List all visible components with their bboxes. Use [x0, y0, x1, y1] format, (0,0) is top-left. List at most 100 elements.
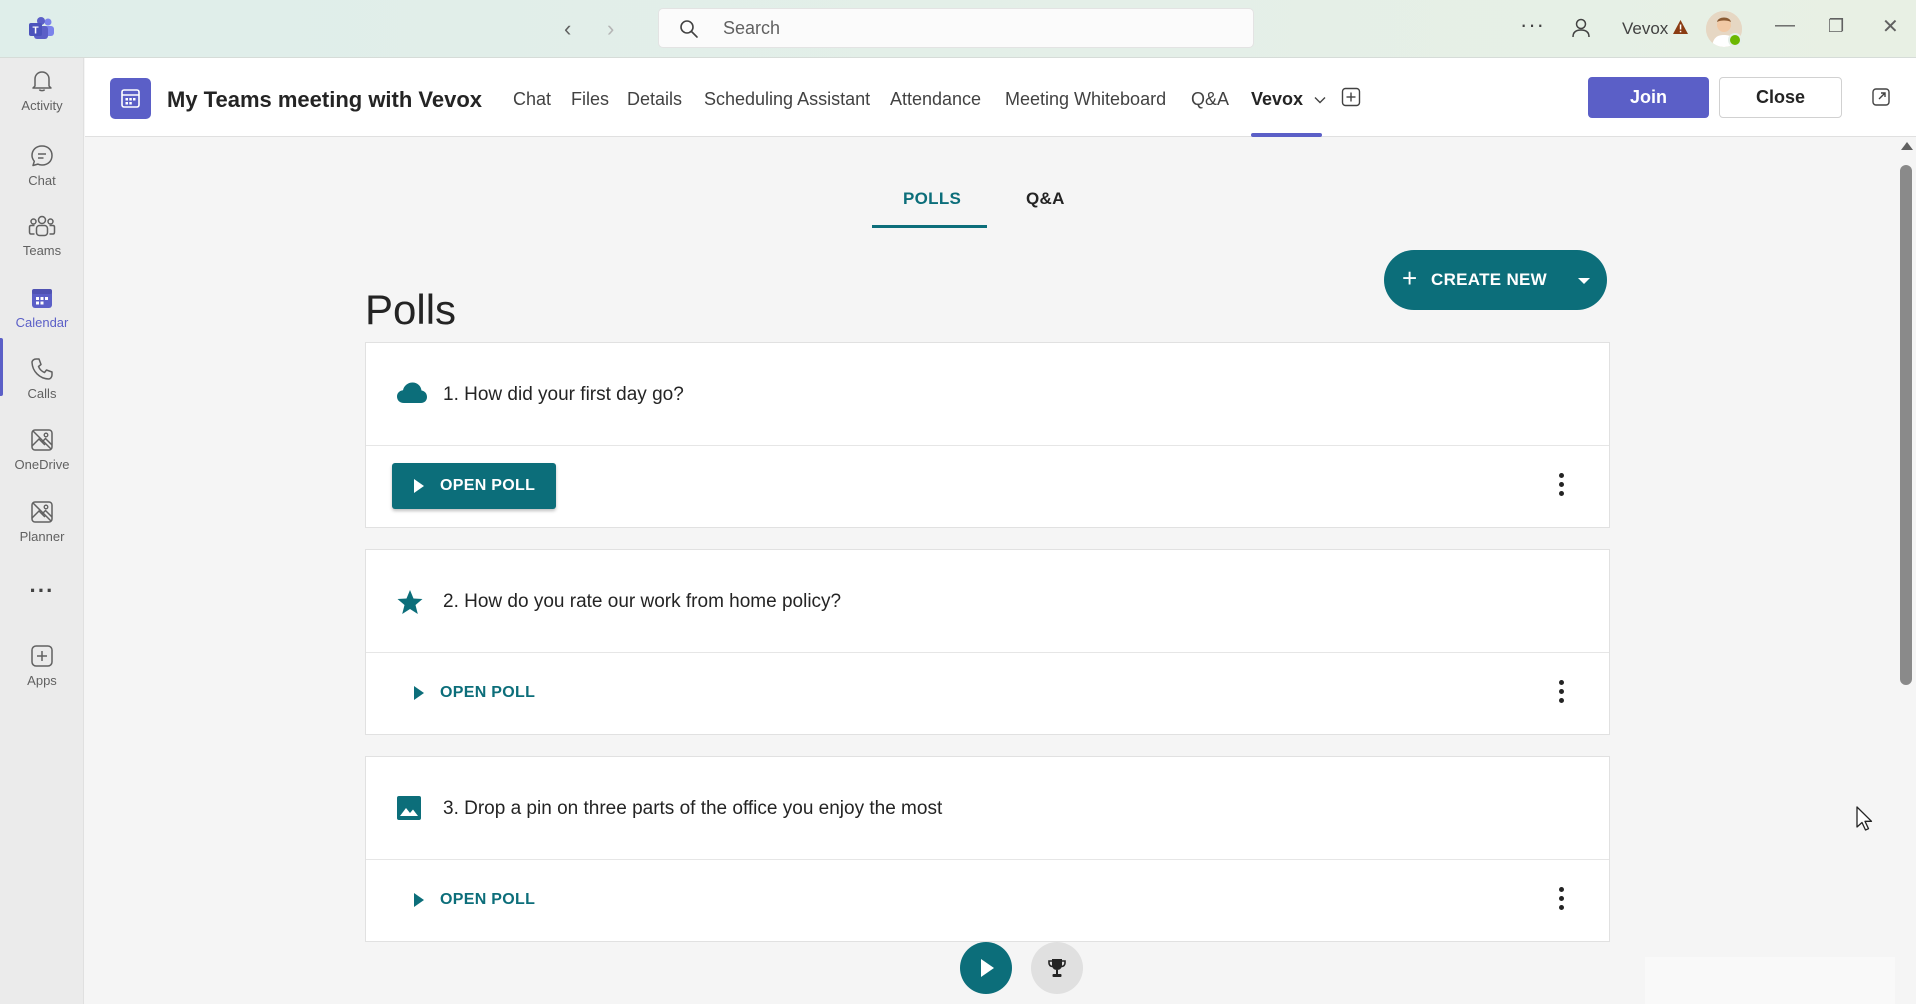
tab-attendance[interactable]: Attendance [890, 89, 981, 110]
poll-title: 1. How did your first day go? [443, 384, 684, 405]
chat-icon [31, 145, 53, 167]
meeting-calendar-icon [110, 78, 151, 119]
user-name: Vevox [1622, 19, 1669, 38]
create-new-label: CREATE NEW [1431, 270, 1548, 289]
restore-icon[interactable]: ❐ [1828, 16, 1844, 37]
rail-item-chat[interactable]: Chat [0, 143, 84, 213]
trophy-icon [1048, 959, 1066, 977]
apps-icon [31, 645, 53, 667]
open-poll-label: OPEN POLL [440, 477, 536, 494]
tab-vevox-qa[interactable]: Q&A [1026, 189, 1065, 209]
poll-header: 2. How do you rate our work from home po… [366, 550, 1609, 653]
rail-label-chat: Chat [28, 173, 56, 188]
rail-label-calls: Calls [27, 386, 57, 401]
rail-item-planner[interactable]: Planner [0, 499, 84, 569]
phone-icon [31, 358, 53, 380]
rail-item-activity[interactable]: Activity [0, 68, 84, 138]
presence-available-icon [1728, 33, 1742, 47]
tab-details[interactable]: Details [627, 89, 682, 110]
leaderboard-button[interactable] [1031, 942, 1083, 994]
bottom-panel [1645, 957, 1895, 1004]
search-icon [680, 20, 698, 38]
play-icon [414, 479, 424, 493]
tab-qa[interactable]: Q&A [1191, 89, 1229, 110]
more-options-kebab-icon[interactable] [1554, 473, 1568, 501]
more-icon: ··· [29, 578, 55, 603]
image-icon [397, 796, 421, 820]
scroll-thumb[interactable] [1900, 165, 1912, 685]
scroll-up-arrow-icon[interactable] [1901, 142, 1913, 150]
tab-chat[interactable]: Chat [513, 89, 551, 110]
tab-vevox-label: Vevox [1251, 89, 1304, 109]
close-button[interactable]: Close [1719, 77, 1842, 118]
mouse-cursor-icon [1856, 806, 1873, 831]
rail-item-teams[interactable]: Teams [0, 213, 84, 283]
open-poll-button[interactable]: OPEN POLL [392, 670, 556, 716]
more-options-kebab-icon[interactable] [1554, 887, 1568, 915]
rail-item-apps[interactable]: Apps [0, 643, 84, 713]
popout-icon[interactable] [1871, 87, 1891, 107]
star-icon [397, 590, 423, 614]
rail-label-calendar: Calendar [15, 315, 69, 330]
calendar-icon [32, 289, 52, 308]
onedrive-icon [31, 429, 53, 451]
join-button[interactable]: Join [1588, 77, 1709, 118]
poll-card: 1. How did your first day go? OPEN POLL [365, 342, 1610, 528]
tab-vevox[interactable]: Vevox [1251, 89, 1326, 110]
bell-icon [32, 71, 52, 92]
minimize-icon[interactable]: — [1775, 14, 1795, 37]
svg-text:T: T [32, 26, 38, 37]
teams-icon [28, 215, 56, 237]
meeting-title: My Teams meeting with Vevox [167, 87, 483, 112]
cloud-icon [397, 382, 427, 403]
rail-item-onedrive[interactable]: OneDrive [0, 427, 84, 497]
search-input[interactable] [721, 15, 1221, 41]
meeting-header: My Teams meeting with Vevox Chat Files D… [85, 58, 1916, 137]
rail-label-onedrive: OneDrive [14, 457, 70, 472]
scrollbar[interactable] [1897, 137, 1916, 1004]
poll-header: 3. Drop a pin on three parts of the offi… [366, 757, 1609, 860]
play-icon [414, 686, 424, 700]
rail-item-calls[interactable]: Calls [0, 356, 84, 426]
caret-down-icon[interactable] [1578, 278, 1590, 284]
rail-label-planner: Planner [19, 529, 65, 544]
more-options-kebab-icon[interactable] [1554, 680, 1568, 708]
poll-title: 2. How do you rate our work from home po… [443, 591, 842, 612]
rail-item-more[interactable]: ··· [0, 578, 84, 608]
poll-card: 3. Drop a pin on three parts of the offi… [365, 756, 1610, 942]
page-title: Polls [365, 286, 457, 334]
poll-header: 1. How did your first day go? [366, 343, 1609, 446]
warning-icon[interactable] [1672, 19, 1689, 35]
chevron-down-icon [1314, 97, 1326, 104]
more-options-button[interactable]: ··· [1520, 12, 1545, 38]
app-rail: Activity Chat Teams Calendar Calls OneDr… [0, 58, 84, 1004]
poll-title: 3. Drop a pin on three parts of the offi… [443, 798, 943, 819]
planner-icon [31, 501, 53, 523]
open-poll-button[interactable]: OPEN POLL [392, 463, 556, 509]
play-icon [414, 893, 424, 907]
title-bar: T ‹ › ··· Vevox — ❐ ✕ [0, 0, 1916, 58]
create-new-button[interactable]: + CREATE NEW [1384, 250, 1607, 310]
search-box[interactable] [658, 8, 1254, 48]
tab-scheduling-assistant[interactable]: Scheduling Assistant [704, 89, 870, 110]
back-arrow-icon[interactable]: ‹ [564, 16, 571, 42]
polls-tab-underline [872, 225, 987, 228]
rail-label-apps: Apps [27, 673, 57, 688]
vevox-content: POLLS Q&A Polls + CREATE NEW 1. How did … [85, 137, 1897, 1004]
teams-logo-icon: T [29, 17, 54, 39]
forward-arrow-icon[interactable]: › [607, 16, 614, 42]
close-window-icon[interactable]: ✕ [1882, 14, 1899, 39]
tab-polls[interactable]: POLLS [903, 189, 961, 209]
open-poll-label: OPEN POLL [440, 684, 536, 701]
present-play-button[interactable] [960, 942, 1012, 994]
open-poll-label: OPEN POLL [440, 891, 536, 908]
tab-files[interactable]: Files [571, 89, 609, 110]
people-icon[interactable] [1569, 16, 1593, 40]
rail-label-activity: Activity [21, 98, 63, 113]
plus-icon: + [1402, 263, 1418, 293]
open-poll-button[interactable]: OPEN POLL [392, 877, 556, 923]
rail-item-calendar[interactable]: Calendar [0, 285, 84, 355]
add-tab-icon[interactable] [1341, 87, 1361, 107]
tab-meeting-whiteboard[interactable]: Meeting Whiteboard [1005, 89, 1166, 110]
poll-card: 2. How do you rate our work from home po… [365, 549, 1610, 735]
